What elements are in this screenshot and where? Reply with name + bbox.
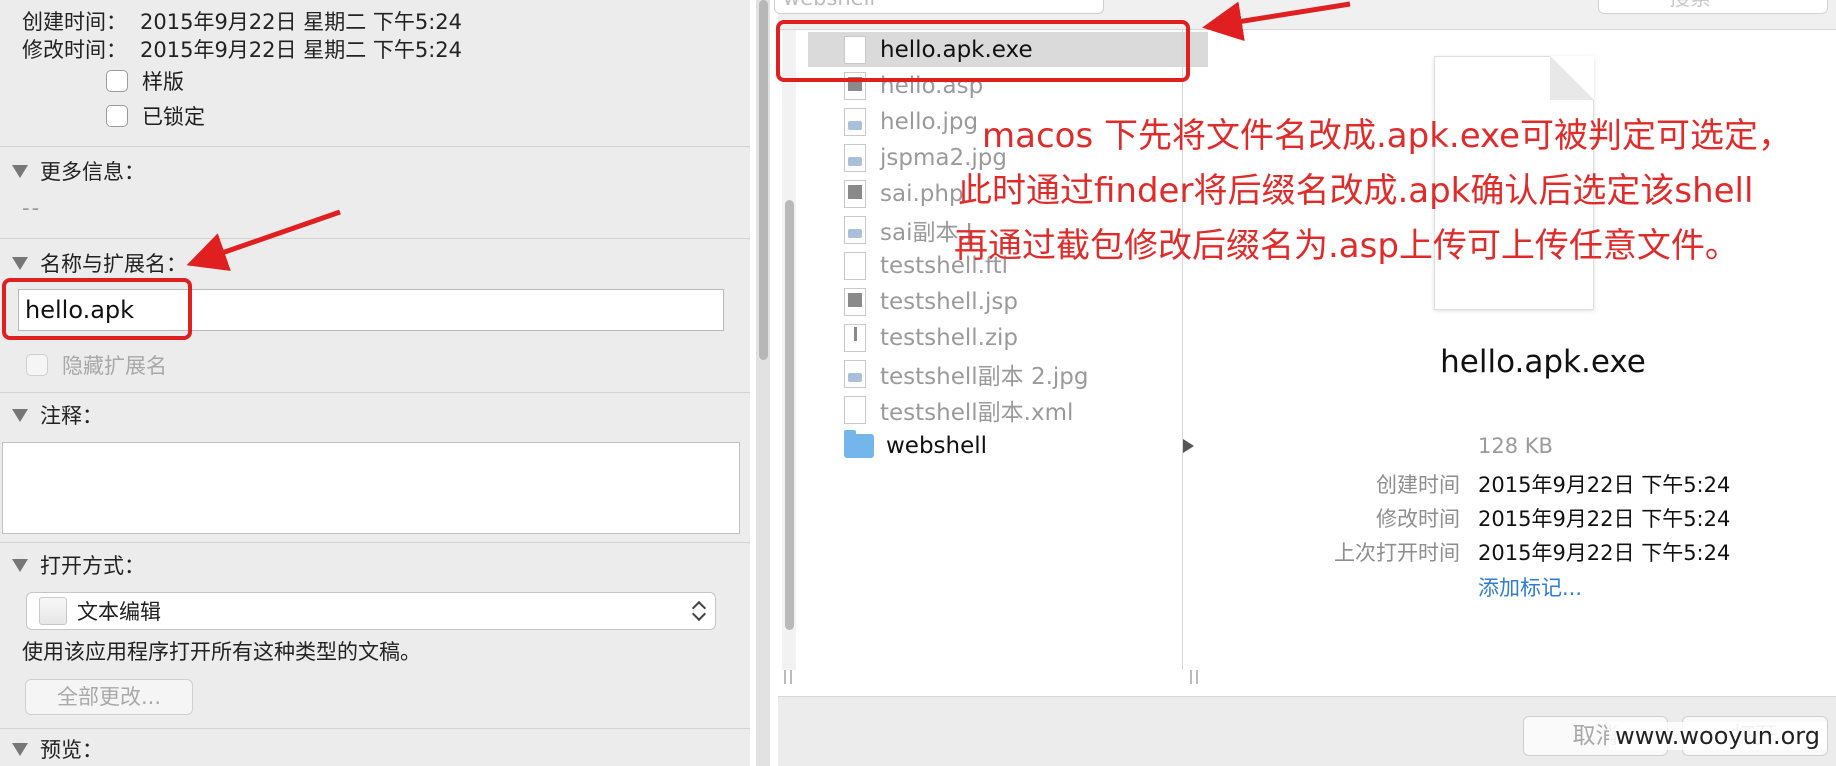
arrow-icon	[186, 209, 341, 272]
annotation-line-1: macos 下先将文件名改成.apk.exe可被判定可选定，	[982, 116, 1793, 156]
arrow-icon	[1202, 1, 1351, 42]
annotation-line-3: 再通过截包修改后缀名为.asp上传可上传任意文件。	[954, 226, 1739, 266]
watermark: www.wooyun.org	[1609, 722, 1826, 750]
annotation-line-2: 此时通过finder将后缀名改成.apk确认后选定该shell	[958, 171, 1754, 211]
